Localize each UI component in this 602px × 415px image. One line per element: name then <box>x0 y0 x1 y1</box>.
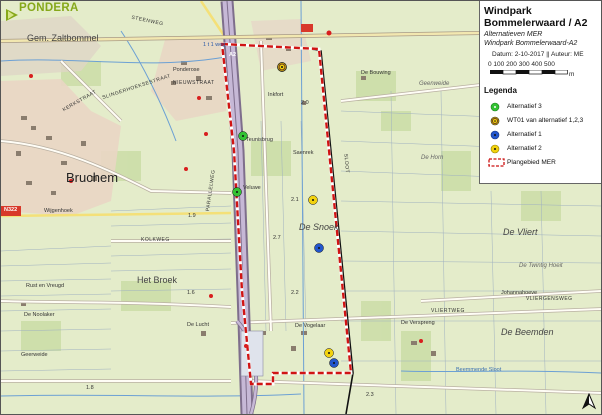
label-de-bouwing: De Bouwing <box>361 70 391 76</box>
map-frame: PONDERA Gem. Zaltbommel Bruchem Het Broe… <box>0 0 602 415</box>
north-arrow-icon <box>581 393 597 410</box>
label-ponderose: Ponderose <box>173 67 200 73</box>
legend-label-plangebied: Plangebied MER <box>507 159 556 166</box>
label-number-7: 2.2 <box>291 290 299 296</box>
legend-title: Windpark Bommelerwaard / A2 <box>484 5 587 29</box>
legend-panel: Windpark Bommelerwaard / A2 Alternatieve… <box>479 1 601 184</box>
label-kolkweg: KOLKWEG <box>141 237 170 243</box>
legend-item-alternatief-3: Alternatief 3 <box>486 102 601 112</box>
red-dashed-rect-icon <box>488 158 505 167</box>
label-n322: N322 <box>4 207 18 213</box>
legend-label-alternatief-2: Alternatief 2 <box>507 145 542 152</box>
label-de-verspreng: De Verspreng <box>401 320 435 326</box>
label-number-1: 1.9 <box>188 213 196 219</box>
legend-item-plangebied: Plangebied MER <box>486 158 601 168</box>
rest-area <box>240 330 264 377</box>
scale-bar-ticks: 0 100 200 300 400 500 <box>488 61 555 68</box>
label-number-2: 2.1 <box>291 197 299 203</box>
label-bruchem: Bruchem <box>66 170 119 185</box>
scale-bar <box>490 70 568 75</box>
label-de-horn: De Horn <box>421 155 444 161</box>
label-number-4: 1.6 <box>187 290 195 296</box>
label-de-lucht: De Lucht <box>187 322 210 328</box>
label-inkfort: Inkfort <box>268 92 284 98</box>
label-veluwe: Veluwe <box>243 185 261 191</box>
label-vliertweg: VLIERTWEG <box>431 308 465 314</box>
legend-subtitle-line-2: Windpark Bommelerwaard-A2 <box>484 40 578 47</box>
label-road-5: 1 t 1 weg <box>203 42 226 48</box>
label-bemmende-sloot: Beemmende Sloot <box>456 367 502 373</box>
label-a2: A2 <box>229 52 237 58</box>
turbine-marker-alt-1[interactable] <box>314 243 324 253</box>
turbine-marker-alt-1[interactable] <box>329 358 339 368</box>
label-number-8: 2.3 <box>366 392 374 398</box>
label-het-broek: Het Broek <box>137 275 178 285</box>
green-dot-icon <box>490 102 500 112</box>
legend-item-alternatief-1: Alternatief 1 <box>486 130 601 140</box>
pondera-logo-text: PONDERA <box>19 2 79 14</box>
label-rust-en-vreugd: Rust en Vreugd <box>26 283 65 289</box>
legend-subtitle: Alternatieven MER Windpark Bommelerwaard… <box>484 30 577 48</box>
label-teunisbrug: Teunisbrug <box>246 137 273 143</box>
yellow-dot-icon <box>490 144 500 154</box>
label-number-6: 1.8 <box>86 385 94 391</box>
turbine-marker-alt-2[interactable] <box>308 195 318 205</box>
label-de-beemden: De Beemden <box>501 327 554 337</box>
label-vliergensweg: VLIERGENSWEG <box>526 296 573 302</box>
label-de-twintig-hoeit: De Twintig Hoeit <box>519 263 563 269</box>
label-wijgenhoek: Wijgenhoek <box>44 208 73 214</box>
label-geerweide: Geerweide <box>21 352 48 358</box>
turbine-marker-alt-wt01[interactable] <box>277 62 287 72</box>
legend-title-line-1: Windpark <box>484 5 532 17</box>
blue-dot-icon <box>490 130 500 140</box>
legend-item-wt01: WT01 van alternatief 1,2,3 <box>486 116 601 126</box>
label-saenrek: Saenrek <box>293 150 314 156</box>
label-gem-zaltbommel: Gem. Zaltbommel <box>27 33 99 43</box>
turbine-marker-alt-2[interactable] <box>324 348 334 358</box>
label-de-noolaker: De Noolaker <box>24 312 55 318</box>
label-number-5: 2.0 <box>301 100 309 106</box>
label-nieuwstraat: NIEUWSTRAAT <box>173 80 215 86</box>
brown-ring-icon <box>490 116 500 126</box>
label-de-vliert: De Vliert <box>503 227 538 237</box>
label-sloot: SLOOT <box>342 153 351 174</box>
legend-label-alternatief-3: Alternatief 3 <box>507 103 542 110</box>
legend-meta: Datum: 2-10-2017 || Auteur: ME <box>492 51 584 58</box>
label-de-vogelaar: De Vogelaar <box>295 323 326 329</box>
legend-heading: Legenda <box>484 86 517 95</box>
turbine-marker-alt-3[interactable] <box>232 187 242 197</box>
legend-title-line-2: Bommelerwaard / A2 <box>484 17 588 29</box>
legend-label-wt01: WT01 van alternatief 1,2,3 <box>507 117 584 124</box>
label-de-snoek: De Snoek <box>299 222 339 232</box>
pondera-logo-icon <box>6 9 18 21</box>
scale-bar-unit: m <box>569 71 575 78</box>
label-geenweide: Geenweide <box>419 81 450 87</box>
legend-subtitle-line-1: Alternatieven MER <box>484 31 543 38</box>
legend-label-alternatief-1: Alternatief 1 <box>507 131 542 138</box>
label-number-3: 2.7 <box>273 235 281 241</box>
legend-item-alternatief-2: Alternatief 2 <box>486 144 601 154</box>
